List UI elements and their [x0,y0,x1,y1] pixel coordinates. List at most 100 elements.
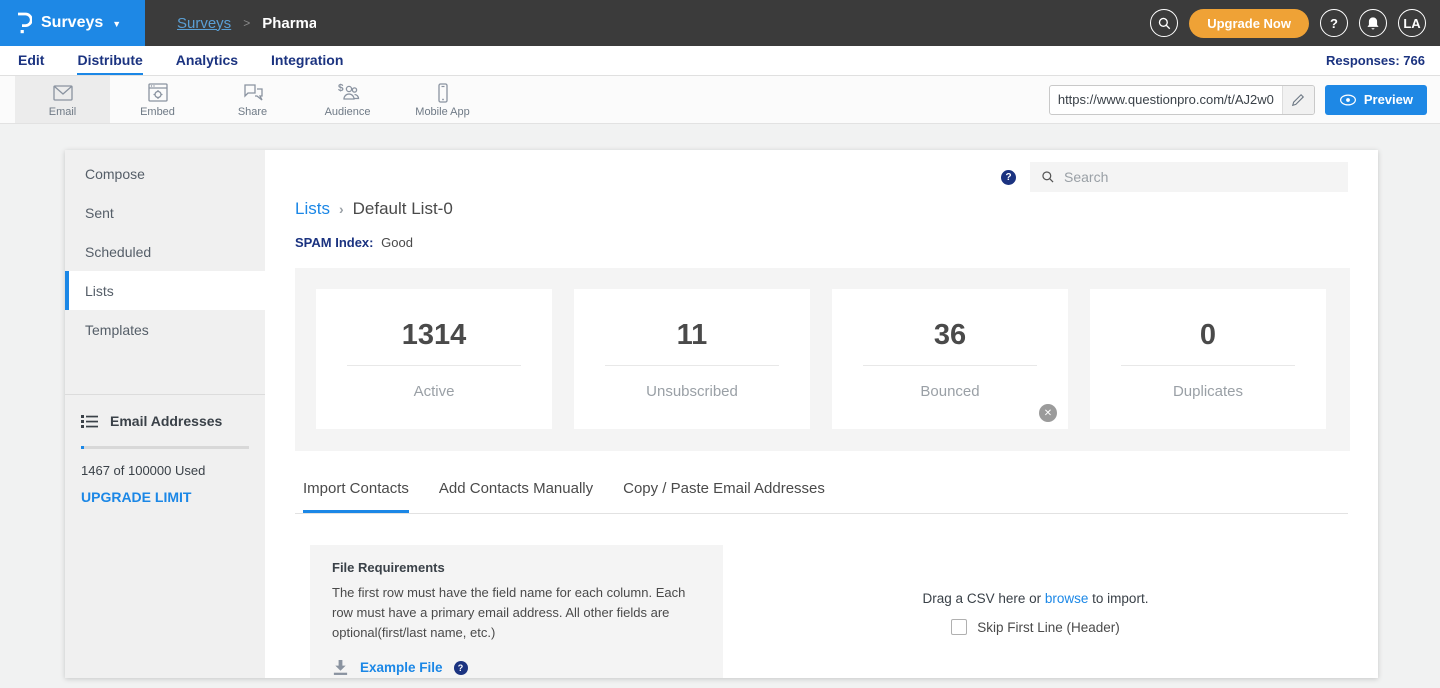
toolbar-item-share[interactable]: Share [205,76,300,123]
stat-card-unsubscribed: 11 Unsubscribed [574,289,810,429]
toolbar-item-embed[interactable]: Embed [110,76,205,123]
divider [605,365,779,366]
list-icon [81,414,98,429]
audience-icon: $ [335,82,361,104]
toolbar-item-mobile-app[interactable]: Mobile App [395,76,490,123]
spam-index-label: SPAM Index: [295,235,374,250]
question-mark-icon: ? [1330,16,1338,31]
toolbar-item-audience[interactable]: $ Audience [300,76,395,123]
import-contacts-panel: File Requirements The first row must hav… [295,545,1348,678]
page-background: Compose Sent Scheduled Lists Templates E… [0,124,1440,688]
stat-value: 1314 [402,319,467,352]
breadcrumb-separator: › [339,201,344,217]
tab-copy-paste-email-addresses[interactable]: Copy / Paste Email Addresses [623,480,825,513]
drop-text-suffix: to import. [1092,591,1148,606]
example-file-link[interactable]: Example File [360,660,443,675]
file-requirements-title: File Requirements [332,560,701,575]
eye-icon [1339,94,1357,106]
tab-analytics[interactable]: Analytics [176,46,238,75]
search-button[interactable] [1150,9,1178,37]
avatar[interactable]: LA [1398,9,1426,37]
sidebar-item-compose[interactable]: Compose [65,154,265,193]
content-card: Compose Sent Scheduled Lists Templates E… [65,150,1378,678]
example-file-help-icon[interactable]: ? [454,661,468,675]
file-requirements-box: File Requirements The first row must hav… [310,545,723,678]
survey-url-input[interactable] [1050,92,1282,107]
divider [1121,365,1295,366]
chevron-down-icon: ▼ [112,19,121,29]
stat-label: Bounced [920,383,979,400]
share-icon [241,82,265,104]
spam-index-value: Good [381,235,413,250]
survey-url-field [1049,85,1315,115]
email-addresses-section: Email Addresses 1467 of 100000 Used UPGR… [65,394,265,507]
contact-tabs: Import Contacts Add Contacts Manually Co… [295,480,1348,514]
csv-drop-zone[interactable]: Drag a CSV here or browse to import. Ski… [723,545,1348,678]
breadcrumb: Surveys > Pharma [177,15,316,32]
usage-progress-bar [81,446,249,449]
help-button[interactable]: ? [1320,9,1348,37]
toolbar-right: Preview [1049,76,1440,123]
distribute-toolbar: Email Embed Share $ Audience [0,76,1440,124]
breadcrumb-separator: > [243,16,250,30]
edit-url-button[interactable] [1282,86,1314,114]
toolbar-item-email[interactable]: Email [15,76,110,123]
main-top-bar: ? [295,150,1348,192]
tab-import-contacts[interactable]: Import Contacts [303,480,409,513]
survey-name[interactable]: Pharma [262,15,316,32]
preview-button[interactable]: Preview [1325,85,1427,115]
skip-first-line-label: Skip First Line (Header) [977,620,1120,635]
stat-card-bounced: 36 Bounced ✕ [832,289,1068,429]
list-stats-panel: 1314 Active 11 Unsubscribed 36 Bounced ✕… [295,268,1350,451]
search-input[interactable] [1064,169,1337,185]
drop-text-prefix: Drag a CSV here or [923,591,1042,606]
sidebar-item-sent[interactable]: Sent [65,193,265,232]
stat-label: Active [414,383,455,400]
toolbar-item-label: Audience [325,106,371,118]
example-file-row: Example File ? [332,659,701,676]
help-circle-icon[interactable]: ? [1001,170,1016,185]
product-switcher[interactable]: Surveys ▼ [0,0,145,46]
responses-count[interactable]: Responses: 766 [1326,46,1425,75]
email-addresses-title: Email Addresses [110,413,222,429]
stat-card-active: 1314 Active [316,289,552,429]
divider [347,365,521,366]
usage-progress-fill [81,446,84,449]
stat-value: 11 [677,319,708,352]
top-header: Surveys ▼ Surveys > Pharma Upgrade Now ?… [0,0,1440,46]
clear-bounced-icon[interactable]: ✕ [1039,404,1057,422]
bell-icon [1366,16,1380,31]
questionpro-logo-icon [16,12,32,35]
lists-main: ? Lists › Default List-0 SPAM Index: Goo… [265,150,1378,678]
download-icon [332,659,349,676]
stat-card-duplicates: 0 Duplicates [1090,289,1326,429]
current-list-name: Default List-0 [353,199,453,219]
stat-label: Duplicates [1173,383,1243,400]
mobile-app-icon [431,82,455,104]
skip-first-line-checkbox[interactable] [951,619,967,635]
breadcrumb-surveys-link[interactable]: Surveys [177,15,231,32]
tab-add-contacts-manually[interactable]: Add Contacts Manually [439,480,593,513]
spam-index-row: SPAM Index: Good [295,235,1348,250]
toolbar-item-label: Email [49,106,77,118]
upgrade-now-button[interactable]: Upgrade Now [1189,9,1309,38]
sidebar-item-templates[interactable]: Templates [65,310,265,349]
sidebar-item-scheduled[interactable]: Scheduled [65,232,265,271]
pencil-icon [1291,93,1305,107]
stat-value: 0 [1200,319,1216,352]
browse-link[interactable]: browse [1045,591,1089,606]
sidebar-item-lists[interactable]: Lists [65,271,265,310]
tab-integration[interactable]: Integration [271,46,343,75]
tab-edit[interactable]: Edit [18,46,44,75]
usage-text: 1467 of 100000 Used [81,463,249,478]
email-icon [51,82,75,104]
stat-value: 36 [934,319,966,352]
tab-distribute[interactable]: Distribute [77,46,142,75]
upgrade-limit-link[interactable]: UPGRADE LIMIT [81,489,191,505]
toolbar-item-label: Share [238,106,267,118]
email-sidebar: Compose Sent Scheduled Lists Templates E… [65,150,265,678]
notifications-button[interactable] [1359,9,1387,37]
stat-label: Unsubscribed [646,383,738,400]
breadcrumb-lists-link[interactable]: Lists [295,199,330,219]
drop-instruction: Drag a CSV here or browse to import. [923,591,1149,606]
